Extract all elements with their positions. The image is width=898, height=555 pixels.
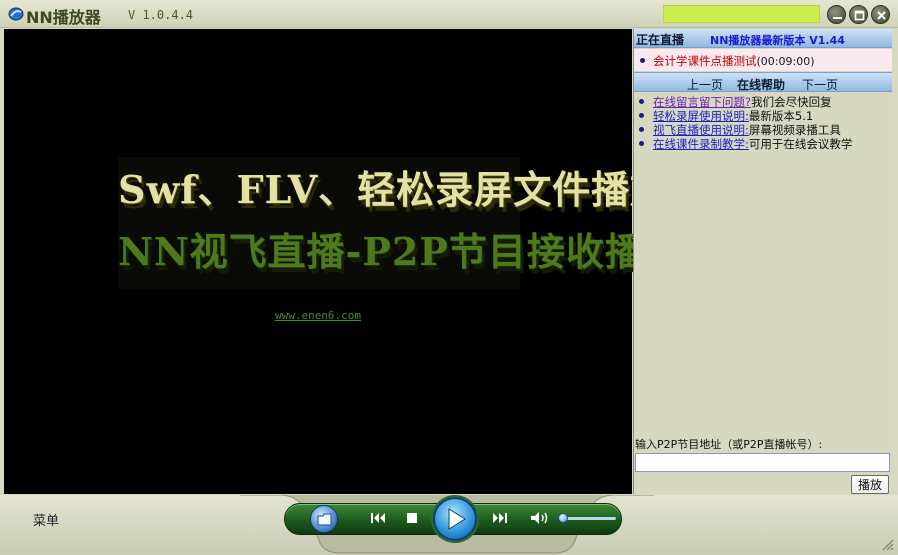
info-desc: 我们会尽快回复 (751, 95, 832, 109)
volume-slider[interactable] (560, 517, 616, 520)
menu-button[interactable]: 菜单 (33, 510, 59, 529)
app-title: NN播放器 (26, 8, 101, 27)
resize-grip-icon[interactable] (880, 537, 894, 551)
tab-now-live[interactable]: 正在直播 (636, 31, 684, 48)
live-program-title: 会计学课件点播测试 (653, 54, 757, 68)
title-bar[interactable]: NN播放器 V 1.0.4.4 (0, 0, 898, 28)
list-item: 在线留言留下问题?我们会尽快回复 (639, 95, 891, 109)
control-bar: 菜单 (0, 495, 898, 555)
side-panel: 正在直播 NN播放器最新版本 V1.44 会计学课件点播测试(00:09:00)… (633, 29, 892, 494)
promo-banner: Swf、FLV、轻松录屏文件播放器 NN视飞直播-P2P节目接收播放器 (118, 157, 722, 289)
info-desc: 屏幕视频录播工具 (748, 123, 841, 137)
latest-version-link[interactable]: NN播放器最新版本 V1.44 (710, 32, 845, 48)
close-button[interactable] (871, 5, 890, 24)
pager-bar: 上一页 在线帮助 下一页 (634, 72, 892, 92)
maximize-button[interactable] (849, 5, 868, 24)
p2p-address-label: 输入P2P节目地址（或P2P直播帐号）: (635, 438, 823, 451)
previous-track-icon[interactable] (370, 511, 386, 525)
info-link[interactable]: 轻松录屏使用说明: (653, 109, 749, 123)
bullet-icon (639, 141, 644, 146)
info-desc: 最新版本5.1 (748, 109, 814, 123)
panel-header: 正在直播 NN播放器最新版本 V1.44 (634, 29, 892, 48)
live-program-duration: (00:09:00) (756, 55, 815, 68)
play-button[interactable] (433, 497, 477, 541)
minimize-icon (833, 17, 842, 19)
close-icon (877, 11, 886, 20)
bullet-icon (639, 113, 644, 118)
list-item: 在线课件录制教学:可用于在线会议教学 (639, 137, 891, 151)
live-program-list: 会计学课件点播测试(00:09:00) (634, 49, 892, 71)
volume-slider-handle[interactable] (558, 513, 568, 523)
stop-icon[interactable] (406, 511, 418, 525)
p2p-address-input[interactable] (635, 453, 890, 472)
app-version: V 1.0.4.4 (128, 8, 194, 22)
info-link[interactable]: 视飞直播使用说明: (653, 123, 749, 137)
info-link[interactable]: 在线课件录制教学: (653, 137, 749, 151)
video-display[interactable]: Swf、FLV、轻松录屏文件播放器 NN视飞直播-P2P节目接收播放器 www.… (4, 29, 722, 494)
open-file-button[interactable] (310, 505, 338, 533)
nn-player-logo-icon (8, 7, 24, 21)
volume-icon[interactable] (530, 511, 550, 525)
bullet-icon (639, 99, 644, 104)
info-desc: 可用于在线会议教学 (748, 137, 853, 151)
play-p2p-button[interactable]: 播放 (851, 475, 889, 494)
bullet-icon (639, 127, 644, 132)
info-link[interactable]: 在线留言留下问题? (653, 95, 751, 109)
minimize-button[interactable] (827, 5, 846, 24)
website-link[interactable]: www.enen6.com (4, 309, 632, 322)
next-page-link[interactable]: 下一页 (802, 76, 838, 93)
bullet-icon (640, 58, 645, 63)
status-indicator (663, 5, 820, 23)
list-item: 视飞直播使用说明:屏幕视频录播工具 (639, 123, 891, 137)
prev-page-link[interactable]: 上一页 (687, 76, 723, 93)
list-item: 轻松录屏使用说明:最新版本5.1 (639, 109, 891, 123)
next-track-icon[interactable] (492, 511, 508, 525)
banner-line-p2p: NN视飞直播-P2P节目接收播放器 (118, 229, 722, 274)
folder-icon (317, 513, 332, 526)
transport-controls (240, 495, 654, 555)
maximize-icon (854, 10, 865, 21)
banner-line-formats: Swf、FLV、轻松录屏文件播放器 (118, 167, 709, 212)
play-icon (448, 508, 466, 530)
online-help-link[interactable]: 在线帮助 (737, 76, 785, 93)
live-program-item[interactable]: 会计学课件点播测试(00:09:00) (640, 53, 815, 69)
info-link-list: 在线留言留下问题?我们会尽快回复 轻松录屏使用说明:最新版本5.1 视飞直播使用… (639, 95, 891, 151)
